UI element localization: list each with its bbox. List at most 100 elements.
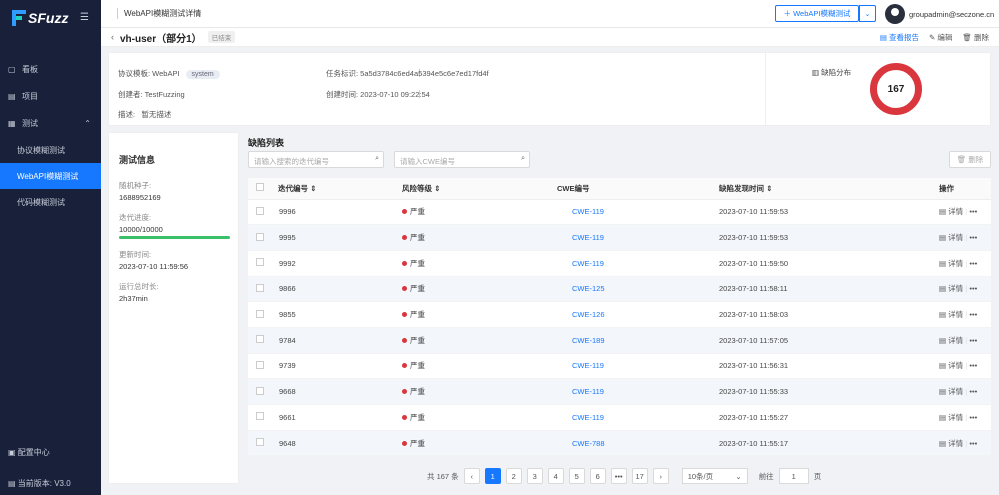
- row-select-cell[interactable]: [248, 327, 278, 354]
- row-select-cell[interactable]: [248, 224, 278, 251]
- sidebar-group-test[interactable]: ▦ 测试 ⌃: [0, 110, 101, 137]
- row-checkbox[interactable]: [256, 232, 264, 241]
- cwe-link[interactable]: CWE-189: [557, 327, 719, 354]
- back-icon[interactable]: ‹: [111, 32, 114, 42]
- cwe-link[interactable]: CWE-788: [557, 430, 719, 457]
- row-select-cell[interactable]: [248, 250, 278, 277]
- bulk-delete-button[interactable]: 🗑 删除: [949, 151, 991, 168]
- cwe-link-text[interactable]: CWE-126: [572, 310, 605, 319]
- menu-toggle-icon[interactable]: ☰: [80, 12, 89, 23]
- more-icon[interactable]: •••: [969, 361, 977, 370]
- row-select-cell[interactable]: [248, 199, 278, 226]
- row-checkbox[interactable]: [256, 335, 264, 344]
- page-button[interactable]: 6: [589, 468, 606, 484]
- sidebar-item-config[interactable]: ▣ 配置中心: [8, 447, 50, 458]
- page-button[interactable]: 17: [631, 468, 648, 484]
- cwe-link-text[interactable]: CWE-119: [572, 413, 604, 422]
- next-page-button[interactable]: ›: [652, 468, 669, 484]
- page-button[interactable]: 1: [484, 468, 501, 484]
- col-risk[interactable]: 风险等级 ⇕: [402, 178, 557, 200]
- new-webapi-test-button[interactable]: ＋ WebAPI模糊测试: [775, 5, 859, 22]
- more-icon[interactable]: •••: [969, 284, 977, 293]
- cwe-link[interactable]: CWE-119: [557, 404, 719, 431]
- row-select-cell[interactable]: [248, 378, 278, 405]
- cwe-link-text[interactable]: CWE-119: [572, 233, 604, 242]
- view-report-button[interactable]: ▤ 查看报告: [880, 32, 919, 43]
- more-icon[interactable]: •••: [969, 413, 977, 422]
- row-checkbox[interactable]: [256, 412, 264, 421]
- prev-page-button[interactable]: ‹: [463, 468, 480, 484]
- detail-button[interactable]: ▤ 详情: [939, 361, 963, 370]
- detail-button[interactable]: ▤ 详情: [939, 336, 963, 345]
- sidebar-item-dashboard[interactable]: ▢ 看板: [0, 56, 101, 83]
- more-icon[interactable]: •••: [969, 439, 977, 448]
- detail-button[interactable]: ▤ 详情: [939, 413, 963, 422]
- cwe-link[interactable]: CWE-125: [557, 276, 719, 303]
- cwe-link-text[interactable]: CWE-119: [572, 387, 604, 396]
- avatar[interactable]: [885, 4, 905, 24]
- cwe-link[interactable]: CWE-119: [557, 250, 719, 277]
- cwe-link[interactable]: CWE-119: [557, 224, 719, 251]
- row-select-cell[interactable]: [248, 353, 278, 380]
- more-pages-icon[interactable]: •••: [610, 468, 627, 484]
- detail-button[interactable]: ▤ 详情: [939, 439, 963, 448]
- sidebar-sub-protocol[interactable]: 协议模糊测试: [0, 137, 101, 163]
- row-select-cell[interactable]: [248, 276, 278, 303]
- more-icon[interactable]: •••: [969, 259, 977, 268]
- iteration-search-input[interactable]: 请输入搜索的迭代编号 ⌕: [248, 151, 384, 168]
- detail-button[interactable]: ▤ 详情: [939, 259, 963, 268]
- cwe-link[interactable]: CWE-119: [557, 378, 719, 405]
- detail-button[interactable]: ▤ 详情: [939, 207, 963, 216]
- detail-button[interactable]: ▤ 详情: [939, 310, 963, 319]
- detail-button[interactable]: ▤ 详情: [939, 387, 963, 396]
- col-iteration[interactable]: 迭代编号 ⇕: [278, 178, 402, 200]
- row-checkbox[interactable]: [256, 309, 264, 318]
- more-icon[interactable]: •••: [969, 207, 977, 216]
- sort-icon[interactable]: ⇕: [310, 184, 316, 193]
- cwe-link[interactable]: CWE-126: [557, 301, 719, 328]
- new-test-dropdown-button[interactable]: ⌄: [859, 5, 876, 22]
- row-select-cell[interactable]: [248, 404, 278, 431]
- page-button[interactable]: 4: [547, 468, 564, 484]
- row-checkbox[interactable]: [256, 283, 264, 292]
- search-icon[interactable]: ⌕: [375, 155, 379, 163]
- sort-icon[interactable]: ⇕: [434, 184, 440, 193]
- cwe-link[interactable]: CWE-119: [557, 199, 719, 226]
- defect-donut-chart[interactable]: 167: [870, 63, 922, 115]
- cwe-link-text[interactable]: CWE-119: [572, 259, 604, 268]
- row-checkbox[interactable]: [256, 258, 264, 267]
- sidebar-sub-code[interactable]: 代码模糊测试: [0, 189, 101, 215]
- cwe-search-input[interactable]: 请输入CWE编号 ⌕: [394, 151, 530, 168]
- cwe-link-text[interactable]: CWE-788: [572, 439, 605, 448]
- page-button[interactable]: 2: [505, 468, 522, 484]
- col-time[interactable]: 缺陷发现时间 ⇕: [719, 178, 939, 200]
- select-all-cell[interactable]: [248, 178, 278, 200]
- page-button[interactable]: 3: [526, 468, 543, 484]
- cwe-link-text[interactable]: CWE-189: [572, 336, 605, 345]
- row-checkbox[interactable]: [256, 386, 264, 395]
- delete-button[interactable]: 🗑 删除: [962, 32, 989, 43]
- user-email[interactable]: groupadmin@seczone.cn: [909, 10, 994, 19]
- page-button[interactable]: 5: [568, 468, 585, 484]
- row-select-cell[interactable]: [248, 301, 278, 328]
- more-icon[interactable]: •••: [969, 233, 977, 242]
- detail-button[interactable]: ▤ 详情: [939, 284, 963, 293]
- row-select-cell[interactable]: [248, 430, 278, 457]
- sidebar-item-project[interactable]: ▤ 项目: [0, 83, 101, 110]
- more-icon[interactable]: •••: [969, 310, 977, 319]
- detail-button[interactable]: ▤ 详情: [939, 233, 963, 242]
- more-icon[interactable]: •••: [969, 387, 977, 396]
- sort-icon[interactable]: ⇕: [766, 184, 772, 193]
- cwe-link[interactable]: CWE-119: [557, 353, 719, 380]
- more-icon[interactable]: •••: [969, 336, 977, 345]
- search-icon[interactable]: ⌕: [521, 155, 525, 163]
- sidebar-sub-webapi[interactable]: WebAPI模糊测试: [0, 163, 101, 189]
- cwe-link-text[interactable]: CWE-119: [572, 361, 604, 370]
- select-all-checkbox[interactable]: [256, 183, 264, 192]
- goto-page-input[interactable]: 1: [778, 468, 809, 484]
- page-size-select[interactable]: 10条/页 ⌄: [681, 468, 748, 484]
- cwe-link-text[interactable]: CWE-119: [572, 207, 604, 216]
- row-checkbox[interactable]: [256, 360, 264, 369]
- edit-button[interactable]: ✎ 编辑: [929, 32, 952, 43]
- row-checkbox[interactable]: [256, 438, 264, 447]
